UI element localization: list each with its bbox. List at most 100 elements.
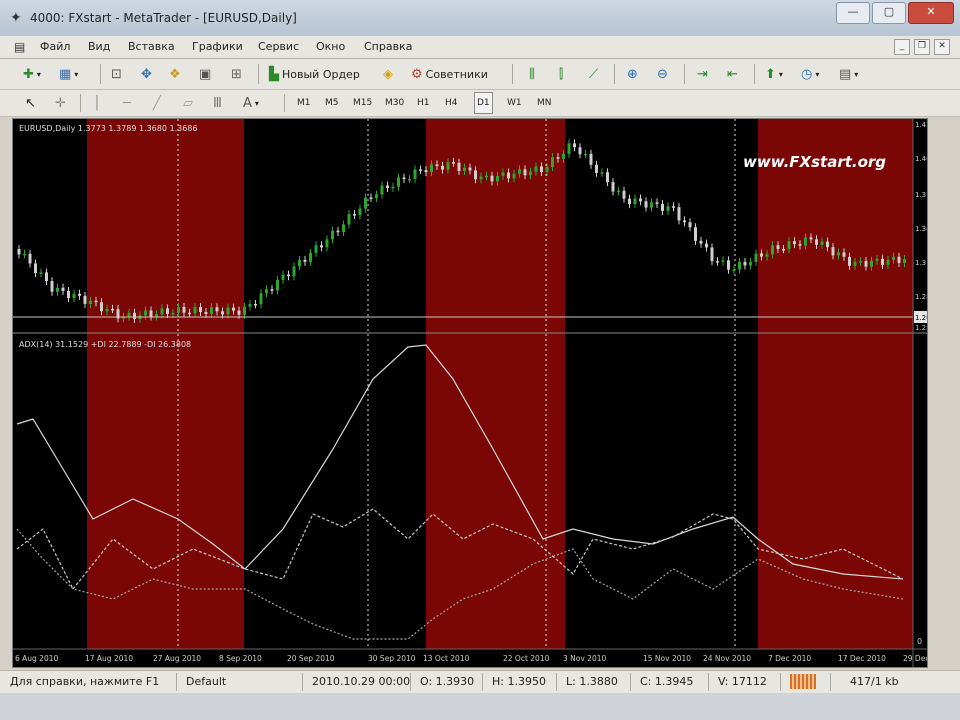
candle-body: [518, 169, 521, 174]
period-mn-button[interactable]: MN: [534, 92, 555, 114]
period-m15-button[interactable]: M15: [350, 92, 375, 114]
minimize-button[interactable]: —: [836, 2, 870, 24]
period-h1-button[interactable]: H1: [414, 92, 433, 114]
text-tool-icon[interactable]: A ▾: [240, 92, 262, 114]
candle-body: [23, 253, 26, 256]
price-scale-label: 1.3440: [915, 225, 927, 233]
autoscroll-button[interactable]: ⇥: [694, 63, 711, 85]
horizontal-line-icon[interactable]: ─: [120, 92, 134, 114]
vertical-line-icon[interactable]: │: [90, 92, 104, 114]
chart-window-icon[interactable]: ▤: [14, 40, 25, 54]
connection-indicator-icon[interactable]: [790, 674, 816, 689]
data-window-icon[interactable]: ✥: [138, 63, 155, 85]
candle-body: [776, 245, 780, 249]
candle-body: [573, 143, 576, 148]
period-m5-button[interactable]: M5: [322, 92, 342, 114]
date-label: 3 Nov 2010: [563, 654, 606, 663]
status-bar: Для справки, нажмите F1 Default 2010.10.…: [0, 670, 960, 693]
market-watch-icon[interactable]: ⊡: [108, 63, 125, 85]
candlestick-button[interactable]: ⫿: [556, 63, 566, 85]
candle-body: [732, 269, 736, 272]
profiles-button[interactable]: ▦ ▾: [56, 63, 81, 85]
menu-charts[interactable]: Графики: [192, 40, 243, 53]
candle-body: [622, 190, 626, 199]
date-label: 29 Dec 2010: [903, 654, 927, 663]
candle-body: [386, 185, 389, 189]
candle-body: [408, 179, 411, 181]
terminal-icon[interactable]: ▣: [196, 63, 214, 85]
candle-body: [617, 190, 620, 193]
candle-body: [650, 202, 653, 208]
candle-body: [760, 253, 763, 257]
crosshair-icon[interactable]: ✛: [52, 92, 69, 114]
status-close: C: 1.3945: [640, 675, 694, 688]
expert-advisors-button[interactable]: ⚙ Советники: [408, 63, 491, 85]
indicator-header: ADX(14) 31.1529 +DI 22.7889 -DI 26.3808: [19, 340, 191, 349]
tester-icon[interactable]: ⊞: [228, 63, 245, 85]
candle-body: [793, 241, 796, 245]
period-w1-button[interactable]: W1: [504, 92, 525, 114]
candle-body: [661, 203, 664, 211]
templates-button[interactable]: ▤ ▾: [836, 63, 861, 85]
navigator-icon[interactable]: ❖: [166, 63, 184, 85]
indicators-button[interactable]: ⬆ ▾: [762, 63, 786, 85]
menu-window[interactable]: Окно: [316, 40, 345, 53]
trendline-icon[interactable]: ╱: [150, 92, 164, 114]
candle-body: [331, 230, 334, 240]
candle-body: [56, 287, 59, 292]
chart-close-button[interactable]: ✕: [934, 39, 950, 55]
status-open: O: 1.3930: [420, 675, 475, 688]
candle-body: [485, 175, 488, 178]
candle-body: [529, 171, 532, 176]
candle-body: [193, 307, 197, 314]
close-button[interactable]: ✕: [908, 2, 954, 24]
status-traffic: 417/1 kb: [850, 675, 899, 688]
menu-file[interactable]: Файл: [40, 40, 70, 53]
periods-button[interactable]: ◷ ▾: [798, 63, 822, 85]
line-chart-button[interactable]: ⟋: [586, 63, 601, 85]
bar-chart-button[interactable]: ⫼: [526, 63, 538, 85]
candle-body: [809, 237, 813, 240]
menu-insert[interactable]: Вставка: [128, 40, 175, 53]
maximize-button[interactable]: ▢: [872, 2, 906, 24]
chart-shift-button[interactable]: ⇤: [724, 63, 741, 85]
candle-body: [490, 175, 494, 182]
candle-body: [820, 241, 824, 245]
new-chart-button[interactable]: ✚ ▾: [20, 63, 44, 85]
menu-tools[interactable]: Сервис: [258, 40, 299, 53]
fibonacci-icon[interactable]: Ⅲ: [210, 92, 225, 114]
candle-body: [540, 166, 543, 173]
price-scale-label: 1.2850: [915, 293, 927, 301]
menu-view[interactable]: Вид: [88, 40, 110, 53]
chart-minimize-button[interactable]: _: [894, 39, 910, 55]
period-m1-button[interactable]: M1: [294, 92, 314, 114]
candle-body: [375, 194, 378, 198]
candle-body: [875, 258, 879, 261]
candle-body: [237, 310, 241, 315]
candle-body: [199, 307, 202, 313]
period-m30-button[interactable]: M30: [382, 92, 407, 114]
price-chart[interactable]: EURUSD,Daily 1.3773 1.3789 1.3680 1.3686…: [13, 119, 927, 667]
period-h4-button[interactable]: H4: [442, 92, 461, 114]
chart-restore-button[interactable]: ❐: [914, 39, 930, 55]
advisors-label: Советники: [425, 67, 488, 81]
chart-window[interactable]: EURUSD,Daily 1.3773 1.3789 1.3680 1.3686…: [12, 118, 928, 668]
candle-body: [17, 249, 21, 255]
candle-body: [402, 177, 406, 180]
candle-body: [892, 256, 895, 260]
candle-body: [628, 198, 631, 205]
zoom-out-button[interactable]: ⊖: [654, 63, 671, 85]
metaeditor-button[interactable]: ◈: [380, 63, 396, 85]
date-label: 13 Oct 2010: [423, 654, 470, 663]
zoom-in-button[interactable]: ⊕: [624, 63, 641, 85]
new-order-button[interactable]: ▙ Новый Ордер: [266, 63, 363, 85]
cursor-icon[interactable]: ↖: [22, 92, 39, 114]
period-d1-button[interactable]: D1: [474, 92, 493, 114]
channel-icon[interactable]: ▱: [180, 92, 196, 114]
candle-body: [391, 186, 395, 189]
menu-help[interactable]: Справка: [364, 40, 412, 53]
candle-body: [78, 293, 81, 296]
new-order-icon: ▙: [269, 66, 279, 82]
bottom-strip: [0, 693, 960, 720]
candle-body: [716, 261, 719, 263]
